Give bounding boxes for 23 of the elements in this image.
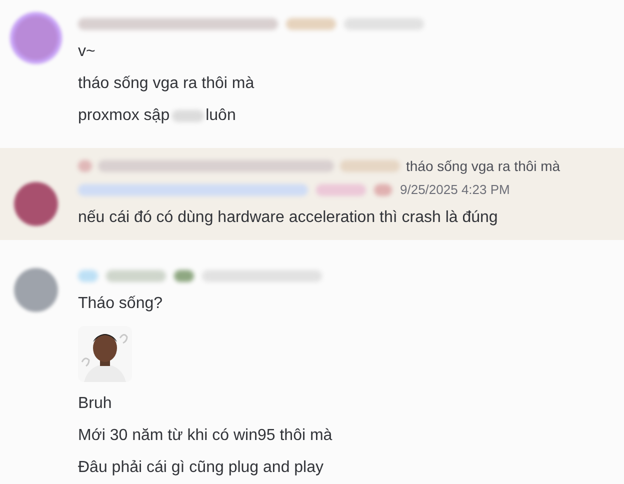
blurred-text [174,270,194,282]
blurred-text [172,110,204,122]
blurred-text [106,270,166,282]
message-text: v~ [78,42,96,62]
message-text: Đâu phải cái gì cũng plug and play [78,458,324,478]
message-text: Mới 30 năm từ khi có win95 thôi mà [78,426,332,446]
message-text: proxmox sập [78,106,170,126]
avatar[interactable] [14,268,58,312]
reply-preview[interactable]: tháo sống vga ra thôi mà [406,156,560,176]
blurred-text [374,184,392,196]
avatar[interactable] [14,182,58,226]
avatar[interactable] [14,16,58,60]
timestamp: 9/25/2025 4:23 PM [400,181,510,200]
blurred-text [286,18,336,30]
message-text: Bruh [78,394,112,414]
blurred-text [78,270,98,282]
blurred-text [340,160,400,172]
message-text: luôn [206,106,236,126]
message-text: Tháo sống? [78,294,163,314]
message-text: nếu cái đó có dùng hardware acceleration thì crash là đúng [78,208,498,228]
blurred-text [78,160,92,172]
blurred-text [316,184,366,196]
message-text: tháo sống vga ra thôi mà [78,74,254,94]
